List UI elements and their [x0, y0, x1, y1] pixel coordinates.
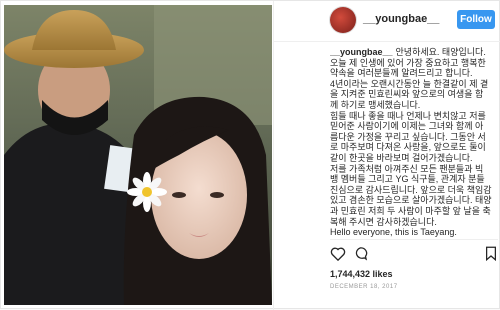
post-photo-image: [4, 5, 272, 305]
bookmark-icon[interactable]: [485, 246, 497, 266]
post-sidebar: __youngbae__ Follow __youngbae__ 안녕하세요. 태…: [273, 1, 500, 310]
follow-button[interactable]: Follow: [457, 10, 495, 29]
caption-text: 을 지켜준 민효린씨와 앞으로의 여생을 함: [330, 89, 484, 100]
caption-text: 안녕하세요. 태양입니다.: [395, 47, 486, 57]
caption-line: 믿어준 사람이기에 이제는 그녀와 함께 아: [330, 121, 498, 132]
caption-text: 힘들 때나 좋을 때나 언제나 변치않고 저를: [330, 110, 486, 121]
caption-text: 약속을 여러분들께 알려드리고 합니다.: [330, 68, 473, 79]
instagram-post-card: __youngbae__ Follow __youngbae__ 안녕하세요. 태…: [0, 0, 500, 310]
caption-line: 을 지켜준 민효린씨와 앞으로의 여생을 함: [330, 89, 498, 100]
caption-text: Hello everyone, this is Taeyang.: [330, 227, 457, 238]
caption-text: 4년이라는 오랜시간동안 늘 한결같이 제 곁: [330, 78, 489, 89]
caption-line: 께 하기로 맹세했습니다.: [330, 100, 498, 111]
caption-line: 오늘 제 인생에 있어 가장 중요하고 행복한: [330, 58, 498, 69]
caption-line: 뱅 멤버들 그리고 YG 식구들, 관계자 분들: [330, 174, 498, 185]
caption-line: 저를 가족처럼 아껴주신 모든 팬분들과 빅: [330, 164, 498, 175]
action-icons: [330, 246, 498, 262]
username-link[interactable]: __youngbae__: [363, 13, 439, 25]
caption-line: Hello everyone, this is Taeyang.: [330, 227, 498, 238]
comment-icon[interactable]: [353, 246, 368, 266]
caption-line: 있고 겸손한 모습으로 살아가겠습니다. 태양: [330, 195, 498, 206]
caption-line: 4년이라는 오랜시간동안 늘 한결같이 제 곁: [330, 79, 498, 90]
caption-line: 힘들 때나 좋을 때나 언제나 변치않고 저를: [330, 111, 498, 122]
caption-line: 로 마주보며 다져온 사랑을, 앞으로도 둘이: [330, 142, 498, 153]
caption-line: 같이 한곳을 바라보며 걸어가겠습니다.: [330, 153, 498, 164]
caption-text: 복해 주시면 감사하겠습니다.: [330, 216, 437, 227]
caption-text: 믿어준 사람이기에 이제는 그녀와 함께 아: [330, 121, 484, 132]
caption-line: 름다운 가정을 꾸리고 싶습니다. 그동안 서: [330, 132, 498, 143]
caption-text: 있고 겸손한 모습으로 살아가겠습니다. 태양: [330, 195, 492, 206]
caption-line: __youngbae__ 안녕하세요. 태양입니다.: [330, 47, 498, 58]
post-header: __youngbae__ Follow: [274, 1, 500, 42]
caption-line: 진심으로 감사드립니다. 앞으로 더욱 책임감: [330, 185, 498, 196]
caption-text: 과 민효린 저희 두 사람이 마주할 앞 날을 축: [330, 205, 491, 216]
caption-text: 로 마주보며 다져온 사랑을, 앞으로도 둘이: [330, 142, 486, 153]
caption-text: 름다운 가정을 꾸리고 싶습니다. 그동안 서: [330, 131, 486, 142]
post-actions: 1,744,432 likes DECEMBER 18, 2017: [330, 239, 498, 290]
caption-text: 같이 한곳을 바라보며 걸어가겠습니다.: [330, 152, 473, 163]
caption-text: 진심으로 감사드립니다. 앞으로 더욱 책임감: [330, 184, 492, 195]
post-photo[interactable]: [4, 5, 272, 305]
caption-username-link[interactable]: __youngbae__: [330, 47, 393, 57]
caption: __youngbae__ 안녕하세요. 태양입니다. 오늘 제 인생에 있어 가장 …: [330, 47, 498, 239]
caption-line: 약속을 여러분들께 알려드리고 합니다.: [330, 68, 498, 79]
like-count[interactable]: 1,744,432 likes: [330, 269, 393, 279]
caption-text: 뱅 멤버들 그리고 YG 식구들, 관계자 분들: [330, 174, 485, 185]
caption-text: 께 하기로 맹세했습니다.: [330, 99, 421, 110]
caption-text: 저를 가족처럼 아껴주신 모든 팬분들과 빅: [330, 163, 484, 174]
avatar[interactable]: [330, 7, 356, 33]
post-date: DECEMBER 18, 2017: [330, 284, 398, 290]
caption-line: 과 민효린 저희 두 사람이 마주할 앞 날을 축: [330, 206, 498, 217]
caption-text: 오늘 제 인생에 있어 가장 중요하고 행복한: [330, 57, 486, 68]
caption-line: 복해 주시면 감사하겠습니다.: [330, 217, 498, 228]
heart-icon[interactable]: [330, 246, 346, 266]
